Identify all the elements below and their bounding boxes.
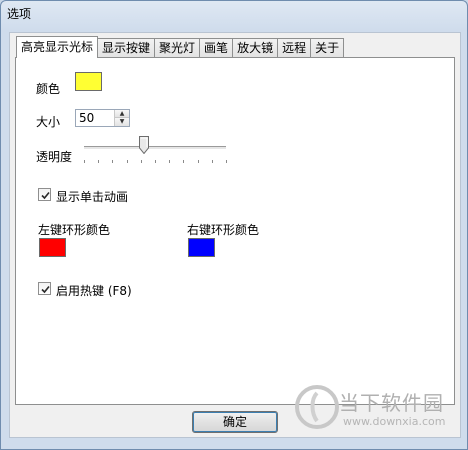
watermark-text: 当下软件园 [339, 391, 444, 415]
tab-magnifier[interactable]: 放大镜 [232, 38, 279, 57]
slider-tick [226, 160, 227, 163]
window-title: 选项 [7, 7, 32, 21]
slider-tick [141, 160, 142, 163]
size-stepper[interactable]: 50 ▲ ▼ [75, 109, 130, 127]
show-click-animation-checkbox[interactable] [38, 188, 51, 201]
show-click-animation-label: 显示单击动画 [56, 190, 129, 204]
tab-strip: 高亮显示光标 显示按键 聚光灯 画笔 放大镜 远程 关于 [16, 36, 345, 58]
tab-highlight-cursor[interactable]: 高亮显示光标 [16, 36, 99, 58]
enable-hotkey-label: 启用热键 (F8) [56, 284, 132, 298]
slider-ticks [84, 160, 227, 164]
slider-tick [112, 160, 113, 163]
enable-hotkey-checkbox[interactable] [38, 282, 51, 295]
slider-tick [169, 160, 170, 163]
right-ring-color-label: 右键环形颜色 [187, 223, 260, 237]
right-ring-color-swatch[interactable] [188, 238, 215, 257]
slider-thumb[interactable] [139, 136, 149, 155]
tab-show-keys[interactable]: 显示按键 [97, 38, 156, 57]
slider-tick [155, 160, 156, 163]
slider-tick [183, 160, 184, 163]
slider-tick [212, 160, 213, 163]
tab-pen[interactable]: 画笔 [199, 38, 234, 57]
ok-button[interactable]: 确定 [192, 411, 278, 433]
tab-spotlight[interactable]: 聚光灯 [154, 38, 201, 57]
dialog-client-area: 高亮显示光标 显示按键 聚光灯 画笔 放大镜 远程 关于 颜色 大小 50 ▲ … [9, 32, 461, 438]
opacity-label: 透明度 [36, 150, 73, 164]
tab-panel: 颜色 大小 50 ▲ ▼ 透明度 显示单击动画 左键环形颜色 右键环形颜色 启用… [15, 57, 455, 405]
increment-button[interactable]: ▲ [115, 110, 129, 118]
slider-track [84, 146, 226, 150]
options-dialog: 选项 高亮显示光标 显示按键 聚光灯 画笔 放大镜 远程 关于 颜色 大小 50… [0, 0, 468, 450]
slider-tick [127, 160, 128, 163]
color-label: 颜色 [36, 82, 61, 96]
size-stepper-buttons: ▲ ▼ [114, 110, 129, 126]
slider-tick [84, 160, 85, 163]
tab-about[interactable]: 关于 [310, 38, 345, 57]
slider-tick [198, 160, 199, 163]
decrement-button[interactable]: ▼ [115, 118, 129, 126]
size-value: 50 [79, 111, 95, 125]
opacity-slider[interactable] [82, 136, 232, 166]
cursor-color-swatch[interactable] [75, 72, 102, 91]
tab-remote[interactable]: 远程 [277, 38, 312, 57]
watermark-logo-icon [295, 385, 339, 429]
slider-tick [98, 160, 99, 163]
left-ring-color-swatch[interactable] [39, 238, 66, 257]
watermark-url: www.downxia.com [343, 415, 446, 428]
size-label: 大小 [36, 115, 61, 129]
left-ring-color-label: 左键环形颜色 [38, 223, 111, 237]
